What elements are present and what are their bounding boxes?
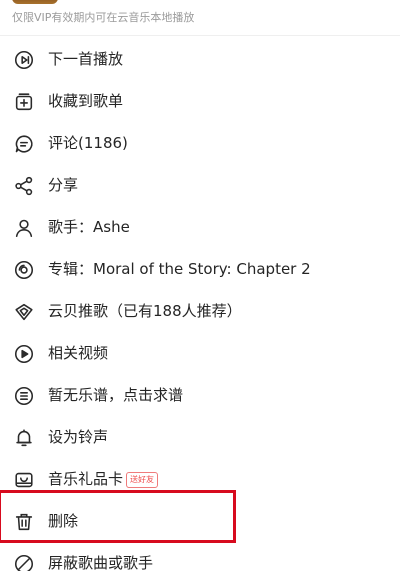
menu-item-label: 删除 <box>48 512 79 530</box>
menu-item-block[interactable]: 屏蔽歌曲或歌手 <box>0 542 400 571</box>
share-icon <box>13 175 35 197</box>
album-icon <box>13 259 35 281</box>
vip-playback-note: 仅限VIP有效期内可在云音乐本地播放 <box>12 11 195 24</box>
trash-icon <box>13 511 35 533</box>
options-menu: 下一首播放 收藏到歌单 评论(1186) 分享 歌手：Ashe 专辑：Moral… <box>0 38 400 571</box>
menu-item-share[interactable]: 分享 <box>0 164 400 206</box>
menu-item-label: 云贝推歌（已有188人推荐） <box>48 302 242 320</box>
vip-badge-thumbnail <box>12 0 58 4</box>
menu-item-label: 设为铃声 <box>48 428 109 446</box>
menu-item-gift-card[interactable]: 音乐礼品卡 送好友 <box>0 458 400 500</box>
bell-icon <box>13 427 35 449</box>
menu-item-artist[interactable]: 歌手：Ashe <box>0 206 400 248</box>
gift-card-icon <box>13 469 35 491</box>
video-icon <box>13 343 35 365</box>
menu-item-label: 音乐礼品卡 <box>48 470 124 488</box>
menu-item-sheet-music[interactable]: 暂无乐谱，点击求谱 <box>0 374 400 416</box>
comment-icon <box>13 133 35 155</box>
menu-item-label: 下一首播放 <box>48 50 124 68</box>
menu-item-album[interactable]: 专辑：Moral of the Story: Chapter 2 <box>0 248 400 290</box>
menu-item-label: 专辑：Moral of the Story: Chapter 2 <box>48 260 311 278</box>
sheet-music-icon <box>13 385 35 407</box>
artist-icon <box>13 217 35 239</box>
menu-item-cloud-coin-recommend[interactable]: 云贝推歌（已有188人推荐） <box>0 290 400 332</box>
menu-item-related-videos[interactable]: 相关视频 <box>0 332 400 374</box>
menu-item-label: 暂无乐谱，点击求谱 <box>48 386 184 404</box>
menu-item-label: 屏蔽歌曲或歌手 <box>48 554 154 571</box>
menu-item-delete[interactable]: 删除 <box>0 500 400 542</box>
menu-item-label: 歌手：Ashe <box>48 218 130 236</box>
add-to-playlist-icon <box>13 91 35 113</box>
menu-item-label: 评论(1186) <box>48 134 128 152</box>
menu-item-label: 分享 <box>48 176 79 194</box>
menu-item-play-next[interactable]: 下一首播放 <box>0 38 400 80</box>
play-next-icon <box>13 49 35 71</box>
cloud-coin-recommend-icon <box>13 301 35 323</box>
song-options-sheet: 仅限VIP有效期内可在云音乐本地播放 下一首播放 收藏到歌单 评论(1186) … <box>0 0 400 571</box>
block-icon <box>13 553 35 571</box>
menu-item-label: 收藏到歌单 <box>48 92 124 110</box>
menu-item-comment[interactable]: 评论(1186) <box>0 122 400 164</box>
menu-item-add-to-playlist[interactable]: 收藏到歌单 <box>0 80 400 122</box>
menu-item-label: 相关视频 <box>48 344 109 362</box>
divider <box>0 35 400 36</box>
send-to-friend-badge: 送好友 <box>126 472 158 488</box>
menu-item-set-ringtone[interactable]: 设为铃声 <box>0 416 400 458</box>
